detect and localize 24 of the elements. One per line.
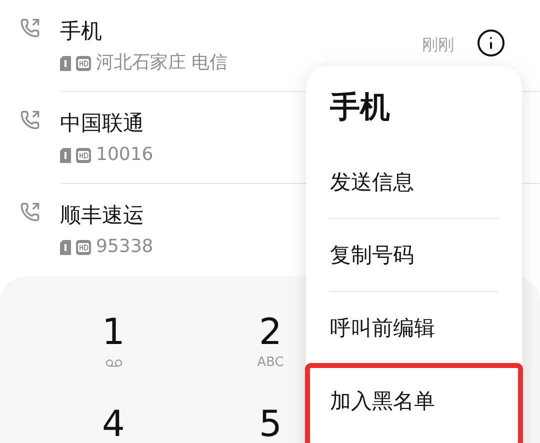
outgoing-call-icon: [20, 18, 40, 38]
contact-name: 手机: [60, 18, 103, 45]
dialpad-key[interactable]: 4: [35, 404, 192, 443]
menu-item[interactable]: 复制号码: [330, 241, 414, 269]
contact-name: 中国联通: [60, 110, 145, 137]
contact-name: 顺丰速运: [60, 202, 145, 229]
call-detail: 95338: [96, 235, 154, 259]
hd-icon: [76, 240, 91, 254]
menu-item[interactable]: 呼叫前编辑: [330, 314, 435, 342]
menu-item[interactable]: 发送信息: [330, 168, 414, 196]
sim-card-icon: [60, 240, 71, 254]
outgoing-call-icon: [20, 110, 40, 130]
hd-icon: [76, 56, 91, 70]
call-time: 刚刚: [422, 34, 454, 56]
outgoing-call-icon: [20, 202, 40, 222]
sim-card-icon: [60, 56, 71, 70]
menu-title: 手机: [330, 89, 391, 127]
sim-card-icon: [60, 148, 71, 162]
menu-item[interactable]: 加入黑名单: [330, 387, 435, 415]
call-detail: 10016: [96, 143, 154, 167]
hd-icon: [76, 148, 91, 162]
call-detail: 河北石家庄 电信: [96, 51, 228, 75]
dialpad-key[interactable]: 1: [35, 312, 192, 392]
info-button[interactable]: [476, 28, 506, 58]
